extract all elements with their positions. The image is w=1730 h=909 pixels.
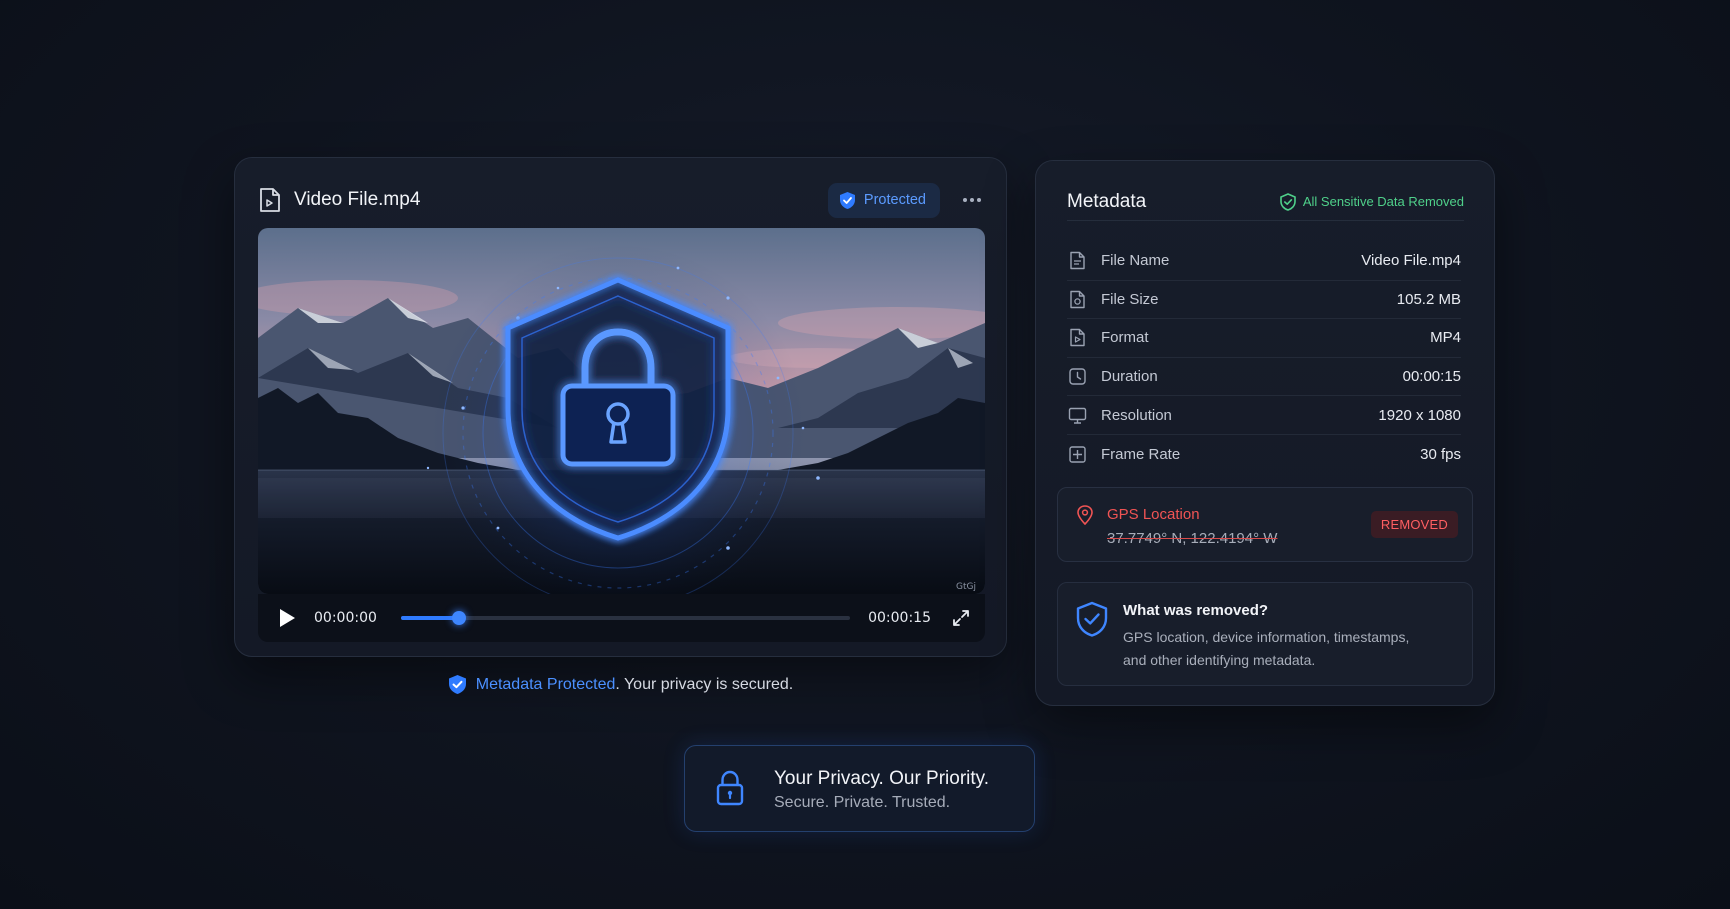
metadata-key: Frame Rate — [1101, 445, 1181, 463]
metadata-header: Metadata All Sensitive Data Removed — [1067, 183, 1464, 221]
more-dot — [970, 198, 974, 202]
gps-coordinates: 37.7749° N, 122.4194° W — [1107, 530, 1278, 547]
metadata-row-file-size: File Size 105.2 MB — [1067, 281, 1461, 320]
metadata-key: Duration — [1101, 368, 1158, 386]
location-pin-icon — [1077, 505, 1093, 525]
format-icon — [1070, 329, 1085, 347]
lock-icon — [716, 770, 744, 806]
shield-check-icon — [1076, 601, 1108, 637]
more-dot — [977, 198, 981, 202]
file-size-icon — [1070, 290, 1085, 309]
shield-check-icon — [448, 675, 466, 694]
gps-location-label: GPS Location — [1107, 506, 1200, 523]
privacy-secured-text: . Your privacy is secured. — [615, 675, 794, 693]
clock-icon — [1069, 368, 1086, 385]
video-thumbnail: GtGj — [258, 228, 985, 594]
metadata-row-file-name: File Name Video File.mp4 — [1067, 242, 1461, 281]
metadata-protected-label: Metadata Protected — [475, 675, 616, 693]
metadata-card: Metadata All Sensitive Data Removed File… — [1035, 160, 1495, 706]
metadata-value: MP4 — [1430, 329, 1461, 347]
metadata-row-format: Format MP4 — [1067, 319, 1461, 358]
metadata-value: 1920 x 1080 — [1378, 406, 1461, 424]
metadata-key: Resolution — [1101, 406, 1172, 424]
metadata-value: Video File.mp4 — [1361, 252, 1461, 270]
seek-bar[interactable] — [400, 611, 851, 625]
metadata-value: 00:00:15 — [1402, 368, 1461, 386]
metadata-value: 30 fps — [1420, 445, 1461, 463]
gps-location-panel: GPS Location 37.7749° N, 122.4194° W REM… — [1057, 487, 1473, 562]
sensitive-data-removed-label: All Sensitive Data Removed — [1302, 194, 1464, 209]
privacy-title: Your Privacy. Our Priority. — [774, 768, 990, 789]
video-preview[interactable]: GtGj — [258, 228, 985, 594]
video-watermark: GtGj — [956, 582, 976, 592]
removed-badge: REMOVED — [1370, 511, 1458, 538]
seek-bar-handle[interactable] — [452, 611, 467, 625]
metadata-row-frame-rate: Frame Rate 30 fps — [1067, 435, 1461, 474]
video-file-icon — [260, 188, 280, 212]
metadata-row-resolution: Resolution 1920 x 1080 — [1067, 396, 1461, 435]
metadata-key: File Name — [1101, 252, 1170, 270]
current-time: 00:00:00 — [314, 610, 377, 626]
total-duration: 00:00:15 — [868, 610, 931, 626]
protected-badge: Protected — [827, 182, 940, 218]
shield-check-icon — [1280, 192, 1296, 211]
shield-check-icon — [839, 191, 855, 209]
video-controls: 00:00:00 00:00:15 — [258, 594, 985, 642]
metadata-row-duration: Duration 00:00:15 — [1067, 358, 1461, 397]
metadata-key: Format — [1101, 329, 1149, 347]
video-file-name: Video File.mp4 — [294, 189, 421, 210]
sensitive-data-removed-badge: All Sensitive Data Removed — [1280, 192, 1464, 211]
removed-info-description: GPS location, device information, timest… — [1123, 629, 1410, 668]
removed-info-title: What was removed? — [1123, 602, 1269, 619]
metadata-title: Metadata — [1067, 190, 1147, 212]
privacy-card: Your Privacy. Our Priority. Secure. Priv… — [684, 745, 1035, 832]
fullscreen-icon[interactable] — [951, 608, 971, 628]
play-icon[interactable] — [276, 607, 298, 629]
metadata-key: File Size — [1101, 290, 1159, 308]
privacy-subtitle: Secure. Private. Trusted. — [774, 794, 951, 811]
what-was-removed-panel: What was removed? GPS location, device i… — [1057, 582, 1473, 686]
seek-bar-progress — [400, 616, 460, 620]
video-card-header: Video File.mp4 Protected — [259, 180, 984, 220]
more-options-button[interactable] — [960, 198, 984, 202]
frame-rate-icon — [1069, 446, 1086, 463]
metadata-value: 105.2 MB — [1396, 290, 1461, 308]
monitor-icon — [1068, 407, 1087, 424]
protected-badge-label: Protected — [863, 192, 926, 208]
file-icon — [1070, 252, 1085, 270]
more-dot — [963, 198, 967, 202]
protection-status-note: Metadata Protected. Your privacy is secu… — [234, 674, 1007, 695]
video-card: Video File.mp4 Protected GtGj 00:00:00 0… — [234, 157, 1007, 657]
metadata-list: File Name Video File.mp4 File Size 105.2… — [1067, 242, 1461, 474]
